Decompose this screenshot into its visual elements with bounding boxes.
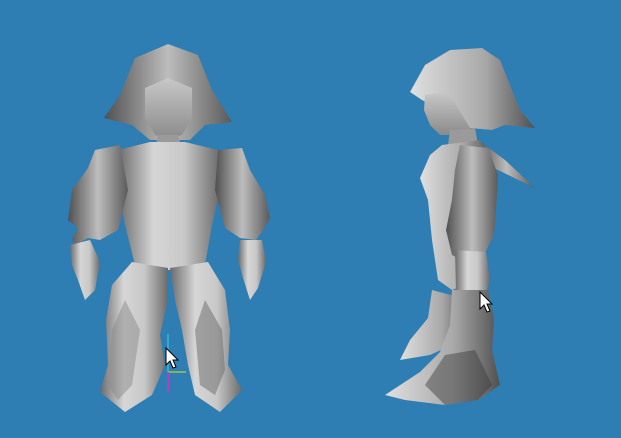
front-right-hand [238,240,266,300]
front-right-arm [215,148,270,240]
front-left-hand [70,240,100,300]
front-torso [118,142,220,270]
front-left-arm [68,145,128,245]
3d-viewport[interactable] [0,0,621,438]
viewport-canvas[interactable] [0,0,621,438]
side-view-model[interactable] [385,48,535,405]
